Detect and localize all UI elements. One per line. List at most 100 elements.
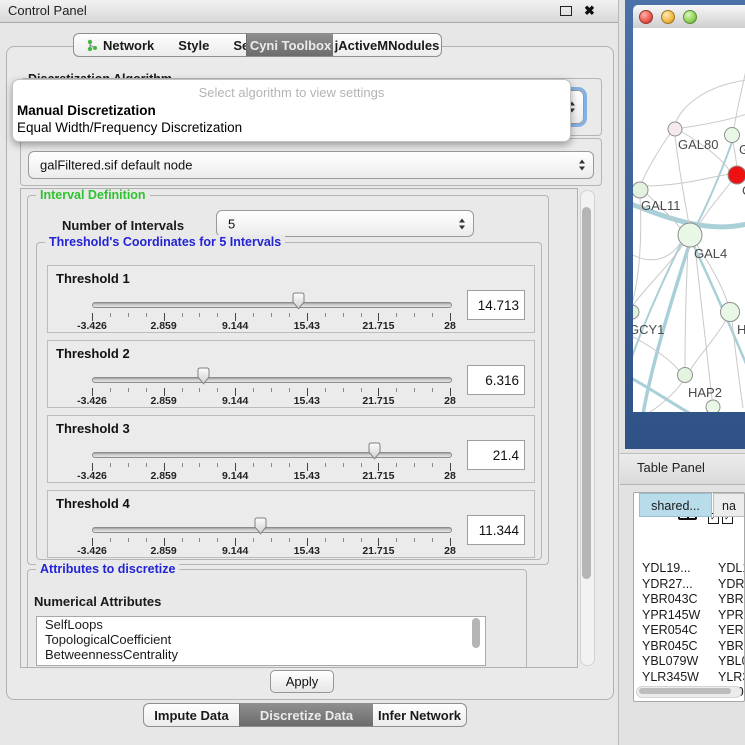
slider-handle[interactable]: [196, 367, 211, 385]
network-node[interactable]: [633, 305, 639, 319]
table-cell-shared-name[interactable]: YER054C: [642, 623, 698, 639]
table-row[interactable]: YBR045C YBR0: [634, 639, 744, 655]
network-edge[interactable]: [734, 64, 745, 128]
table-cell-shared-name[interactable]: YLR345W: [642, 670, 699, 686]
slider-track[interactable]: [92, 527, 452, 533]
tab-discretize-data[interactable]: Discretize Data: [239, 703, 374, 727]
zoom-traffic-light-icon[interactable]: [683, 10, 697, 24]
slider-track[interactable]: [92, 377, 452, 383]
network-node[interactable]: [728, 166, 745, 184]
threshold-value-field[interactable]: 14.713: [467, 290, 525, 320]
list-scrollbar-thumb[interactable]: [472, 618, 480, 648]
network-edge[interactable]: [633, 244, 681, 360]
tab-infer-network[interactable]: Infer Network: [373, 703, 467, 727]
panel-scrollbar-thumb[interactable]: [582, 207, 591, 579]
network-edge[interactable]: [695, 142, 732, 228]
column-header-name[interactable]: na: [713, 493, 745, 517]
attribute-list-item[interactable]: TopologicalCoefficient: [37, 632, 485, 647]
network-edge[interactable]: [633, 245, 683, 308]
table-cell-name[interactable]: YBR0: [718, 592, 745, 608]
attribute-list-item[interactable]: SelfLoops: [37, 617, 485, 632]
network-canvas[interactable]: GAL80GACGAL11GAL4GCY1HHAP2: [633, 28, 745, 412]
slider-track[interactable]: [92, 452, 452, 458]
network-edge[interactable]: [695, 247, 712, 399]
threshold-value-field[interactable]: 6.316: [467, 365, 525, 395]
network-node[interactable]: [678, 223, 702, 247]
table-row[interactable]: YLR345W YLR3: [634, 670, 744, 686]
apply-button[interactable]: Apply: [270, 670, 334, 693]
network-edge[interactable]: [685, 247, 688, 367]
axis-tick-label: 2.859: [150, 470, 176, 482]
network-node[interactable]: [721, 303, 740, 322]
close-icon[interactable]: ✖: [584, 3, 595, 19]
table-cell-name[interactable]: YPR1: [718, 608, 745, 624]
minimize-traffic-light-icon[interactable]: [661, 10, 675, 24]
table-cell-shared-name[interactable]: YBR045C: [642, 639, 698, 655]
table-cell-name[interactable]: YBR0: [718, 639, 745, 655]
threshold-value-field[interactable]: 11.344: [467, 515, 525, 545]
panel-scrollbar[interactable]: [580, 190, 595, 666]
tab-style[interactable]: Style: [166, 34, 221, 56]
network-edge[interactable]: [733, 142, 737, 167]
numerical-attributes-list[interactable]: SelfLoopsTopologicalCoefficientBetweenne…: [36, 616, 486, 666]
network-node[interactable]: [725, 128, 740, 143]
network-node[interactable]: [706, 400, 720, 412]
table-cell-name[interactable]: YBL0: [718, 654, 745, 670]
table-cell-name[interactable]: YDR2: [718, 577, 745, 593]
network-edge[interactable]: [691, 320, 726, 369]
network-node[interactable]: [633, 182, 648, 198]
network-edge[interactable]: [676, 80, 745, 122]
network-node[interactable]: [678, 368, 693, 383]
table-cell-shared-name[interactable]: YBR043C: [642, 592, 698, 608]
network-view-window[interactable]: GAL80GACGAL11GAL4GCY1HHAP2: [625, 0, 745, 449]
table-row[interactable]: YBR043C YBR0: [634, 592, 744, 608]
table-cell-name[interactable]: YER0: [718, 623, 745, 639]
slider-handle[interactable]: [291, 292, 306, 310]
slider-handle[interactable]: [367, 442, 382, 460]
slider-track[interactable]: [92, 302, 452, 308]
threshold-value-field[interactable]: 21.4: [467, 440, 525, 470]
float-window-icon[interactable]: [560, 6, 572, 16]
tick-mark: [361, 388, 362, 392]
tab-jactivemnodules[interactable]: jActiveMNodules: [333, 33, 442, 57]
tick-mark: [253, 538, 254, 542]
tick-mark: [414, 313, 415, 317]
table-cell-name[interactable]: YLR3: [718, 670, 745, 686]
table-row[interactable]: YBL079W YBL0: [634, 654, 744, 670]
tick-mark: [182, 388, 183, 392]
table-cell-name[interactable]: YDL1: [718, 561, 745, 577]
network-edge[interactable]: [699, 182, 731, 226]
network-edge[interactable]: [633, 378, 691, 412]
network-edge[interactable]: [642, 134, 670, 182]
network-edge[interactable]: [693, 244, 745, 366]
close-traffic-light-icon[interactable]: [639, 10, 653, 24]
tab-network[interactable]: Network: [74, 34, 166, 56]
tab-cyni-toolbox[interactable]: Cyni Toolbox: [246, 33, 335, 57]
table-cell-shared-name[interactable]: YPR145W: [642, 608, 700, 624]
network-edge[interactable]: [633, 198, 641, 304]
table-data-combobox[interactable]: galFiltered.sif default node: [28, 151, 594, 179]
table-cell-shared-name[interactable]: YDR27...: [642, 577, 693, 593]
axis-tick-label: -3.426: [77, 395, 107, 407]
tick-mark: [146, 313, 147, 317]
table-row[interactable]: YPR145W YPR1: [634, 608, 744, 624]
tab-impute-data[interactable]: Impute Data: [143, 703, 239, 727]
popup-option-manual[interactable]: Manual Discretization: [17, 103, 156, 118]
attribute-list-item[interactable]: BetweennessCentrality: [37, 647, 485, 662]
popup-option-equal-width[interactable]: Equal Width/Frequency Discretization: [17, 120, 242, 135]
table-cell-shared-name[interactable]: YDL19...: [642, 561, 691, 577]
table-cell-shared-name[interactable]: YBL079W: [642, 654, 698, 670]
slider-handle[interactable]: [253, 517, 268, 535]
tick-mark: [432, 388, 433, 392]
column-header-shared-name[interactable]: shared...: [639, 493, 712, 517]
number-of-intervals-combobox[interactable]: 5: [216, 210, 474, 237]
table-row[interactable]: YER054C YER0: [634, 623, 744, 639]
table-hscrollbar-thumb[interactable]: [639, 688, 731, 694]
network-node[interactable]: [668, 122, 682, 136]
algorithm-dropdown-popup: Select algorithm to view settings Manual…: [12, 79, 571, 142]
table-hscrollbar[interactable]: [636, 686, 742, 698]
control-panel-titlebar: Control Panel ✖: [0, 0, 618, 23]
table-row[interactable]: YDL19... YDL1: [634, 561, 744, 577]
tick-mark: [253, 388, 254, 392]
table-row[interactable]: YDR27... YDR2: [634, 577, 744, 593]
